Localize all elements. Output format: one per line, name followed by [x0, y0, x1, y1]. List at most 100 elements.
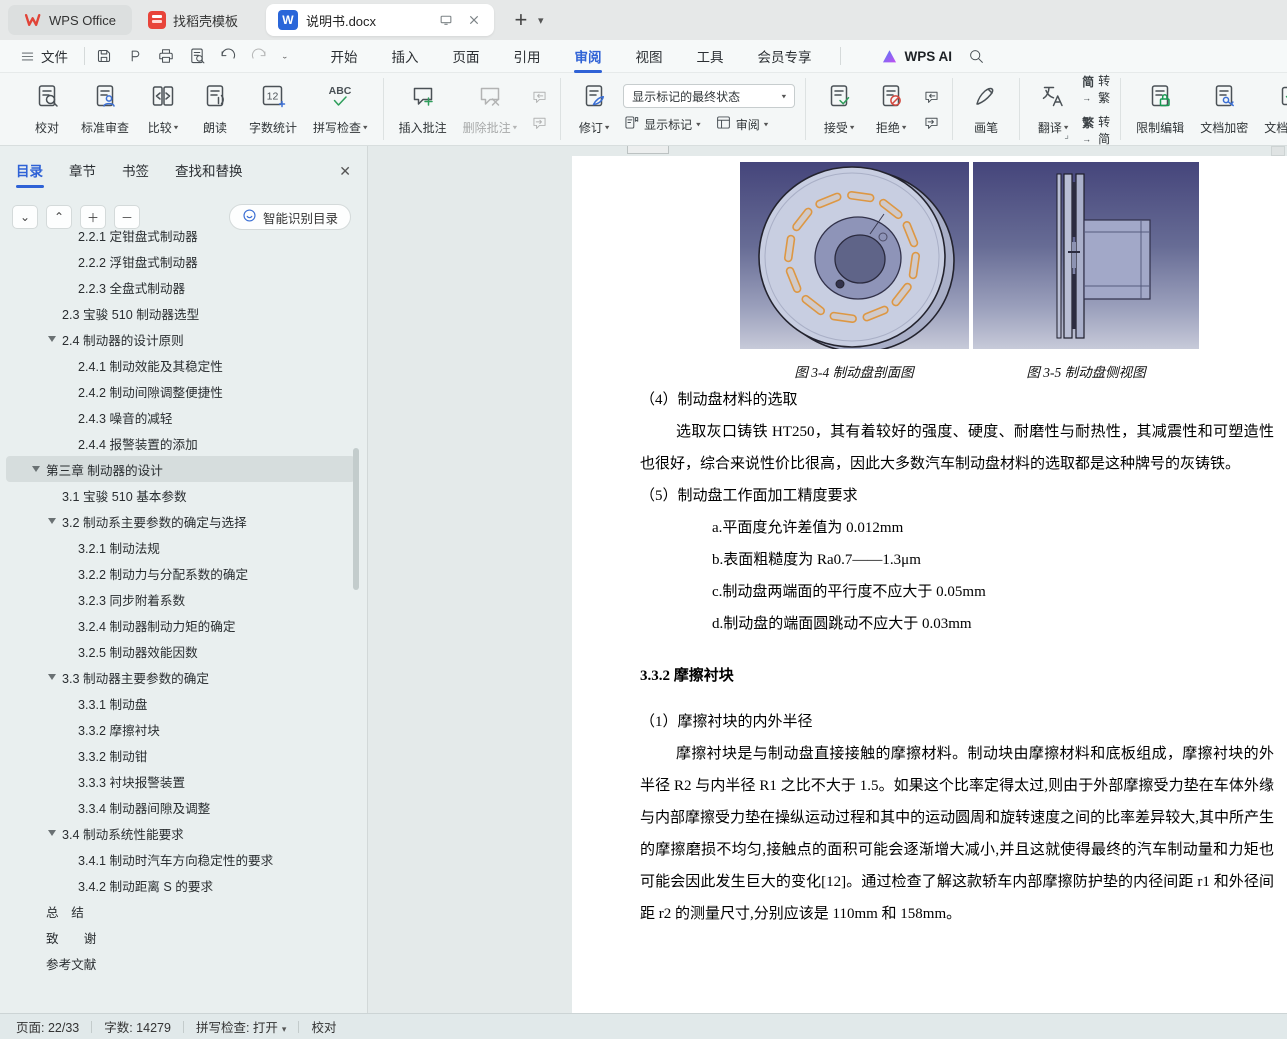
menu-item-member[interactable]: 会员专享: [758, 40, 812, 73]
toc-item[interactable]: 3.2.2 制动力与分配系数的确定: [6, 560, 355, 586]
show-markup-button[interactable]: 显示标记 ▾: [623, 114, 701, 134]
separate-window-icon[interactable]: [436, 10, 456, 30]
document-tab-active[interactable]: W 说明书.docx: [265, 4, 494, 36]
toc-item[interactable]: 3.3.2 摩擦衬块: [6, 716, 355, 742]
word-count-button[interactable]: 12 字数统计: [244, 79, 302, 140]
close-sidebar-icon[interactable]: ✕: [339, 163, 351, 186]
file-menu-button[interactable]: 文件: [14, 46, 74, 66]
next-comment-icon[interactable]: [528, 113, 550, 131]
spell-check-button[interactable]: ABC 拼写检查 ▾: [308, 79, 373, 140]
ink-pen-button[interactable]: 画笔: [963, 79, 1009, 140]
document-page[interactable]: 图 3-4 制动盘剖面图 图 3-5 制动盘侧视图 （4）制动盘材料的选取 选取…: [572, 156, 1287, 1013]
undo-icon[interactable]: [219, 47, 237, 65]
proofread-button[interactable]: 校对: [24, 79, 70, 140]
sidebar-tab-chapters[interactable]: 章节: [69, 160, 96, 188]
wps-ai-button[interactable]: WPS AI: [881, 48, 952, 65]
toc-item[interactable]: 总 结: [6, 898, 355, 924]
document-scrollbar[interactable]: [1271, 146, 1285, 156]
menu-item-reference[interactable]: 引用: [514, 40, 541, 73]
toc-item[interactable]: 2.2.2 浮钳盘式制动器: [6, 248, 355, 274]
toc-item[interactable]: 2.4 制动器的设计原则: [6, 326, 355, 352]
to-traditional-button[interactable]: 简→ 转繁: [1082, 72, 1110, 106]
sidebar-tab-contents[interactable]: 目录: [16, 160, 44, 188]
brake-disc-side-figure[interactable]: [973, 162, 1199, 349]
toc-item[interactable]: 3.4 制动系统性能要求: [6, 820, 355, 846]
sidebar-tab-bookmarks[interactable]: 书签: [122, 160, 149, 188]
toc-item[interactable]: 3.2 制动系主要参数的确定与选择: [6, 508, 355, 534]
toc-item[interactable]: 2.3 宝骏 510 制动器选型: [6, 300, 355, 326]
spell-check-indicator[interactable]: 拼写检查: 打开 ▾: [196, 1017, 286, 1036]
toc-item[interactable]: 致 谢: [6, 924, 355, 950]
toc-item[interactable]: 3.4.1 制动时汽车方向稳定性的要求: [6, 846, 355, 872]
toc-item[interactable]: 2.2.3 全盘式制动器: [6, 274, 355, 300]
collapse-triangle-icon[interactable]: [48, 674, 56, 680]
delete-comment-button[interactable]: 删除批注 ▾: [458, 79, 523, 140]
accept-button[interactable]: 接受 ▾: [816, 79, 862, 140]
print-icon[interactable]: [157, 47, 175, 65]
encrypt-document-button[interactable]: 文档加密: [1195, 79, 1253, 140]
toc-item[interactable]: 参考文献: [6, 950, 355, 976]
tab-list-chevron-icon[interactable]: ▾: [538, 14, 544, 27]
toc-item[interactable]: 3.3.1 制动盘: [6, 690, 355, 716]
next-change-icon[interactable]: [920, 113, 942, 131]
docer-template-tab[interactable]: 找稻壳模板: [132, 5, 254, 35]
toc-item[interactable]: 3.2.3 同步附着系数: [6, 586, 355, 612]
toc-item[interactable]: 3.3 制动器主要参数的确定: [6, 664, 355, 690]
collapse-triangle-icon[interactable]: [48, 518, 56, 524]
menu-item-page[interactable]: 页面: [453, 40, 480, 73]
compare-button[interactable]: 比较 ▾: [140, 79, 186, 140]
redo-icon[interactable]: [250, 47, 268, 65]
menu-item-review[interactable]: 审阅: [575, 40, 602, 73]
proofread-status-button[interactable]: 校对: [311, 1017, 336, 1036]
app-home-tab[interactable]: WPS Office: [8, 5, 132, 35]
document-text[interactable]: （4）制动盘材料的选取 选取灰口铸铁 HT250，其有着较好的强度、硬度、耐磨性…: [640, 384, 1274, 930]
markup-state-dropdown[interactable]: 显示标记的最终状态 ▾: [623, 84, 796, 108]
group-expand-icon[interactable]: ⌟: [1064, 130, 1069, 141]
restrict-editing-button[interactable]: 限制编辑: [1131, 79, 1189, 140]
read-aloud-button[interactable]: 朗读: [192, 79, 238, 140]
sidebar-scrollbar-thumb[interactable]: [353, 448, 359, 590]
menu-item-insert[interactable]: 插入: [392, 40, 419, 73]
menu-item-home[interactable]: 开始: [331, 40, 358, 73]
save-icon[interactable]: [95, 47, 113, 65]
toc-item[interactable]: 2.4.1 制动效能及其稳定性: [6, 352, 355, 378]
toc-item[interactable]: 3.1 宝骏 510 基本参数: [6, 482, 355, 508]
collapse-triangle-icon[interactable]: [48, 336, 56, 342]
toc-item[interactable]: 3.4.2 制动距离 S 的要求: [6, 872, 355, 898]
track-changes-button[interactable]: 修订 ▾: [571, 79, 617, 140]
collapse-triangle-icon[interactable]: [32, 466, 40, 472]
toc-item[interactable]: 2.4.4 报警装置的添加: [6, 430, 355, 456]
sidebar-tab-find-replace[interactable]: 查找和替换: [175, 160, 243, 188]
finalize-document-button[interactable]: 文档定稿▾: [1259, 79, 1287, 140]
quick-access-chevron-icon[interactable]: ⌄: [281, 52, 289, 61]
previous-change-icon[interactable]: [920, 87, 942, 105]
search-button[interactable]: [968, 48, 985, 65]
word-count-indicator[interactable]: 字数: 14279: [104, 1017, 171, 1036]
collapse-triangle-icon[interactable]: [48, 830, 56, 836]
insert-comment-button[interactable]: 插入批注: [394, 79, 452, 140]
menu-item-tools[interactable]: 工具: [697, 40, 724, 73]
toc-item[interactable]: 3.2.5 制动器效能因数: [6, 638, 355, 664]
new-tab-button[interactable]: +: [508, 7, 534, 33]
toc-item[interactable]: 2.2.1 定钳盘式制动器: [6, 222, 355, 248]
brake-disc-section-figure[interactable]: [740, 162, 969, 349]
standard-review-button[interactable]: 标准审查: [76, 79, 134, 140]
toc-item[interactable]: 第三章 制动器的设计: [6, 456, 355, 482]
toc-item[interactable]: 3.3.4 制动器间隙及调整: [6, 794, 355, 820]
print-preview-icon[interactable]: [188, 47, 206, 65]
review-pane-button[interactable]: 审阅 ▾: [715, 114, 768, 134]
toc-item[interactable]: 3.2.4 制动器制动力矩的确定: [6, 612, 355, 638]
toc-item[interactable]: 3.3.2 制动钳: [6, 742, 355, 768]
ruler-toggle[interactable]: [627, 146, 669, 154]
toc-item[interactable]: 3.3.3 衬块报警装置: [6, 768, 355, 794]
page-indicator[interactable]: 页面: 22/33: [16, 1017, 79, 1036]
export-pdf-icon[interactable]: [126, 47, 144, 65]
toc-item[interactable]: 3.2.1 制动法规: [6, 534, 355, 560]
menu-item-view[interactable]: 视图: [636, 40, 663, 73]
to-simplified-button[interactable]: 繁→ 转简: [1082, 113, 1110, 147]
toc-item[interactable]: 2.4.3 噪音的减轻: [6, 404, 355, 430]
previous-comment-icon[interactable]: [528, 87, 550, 105]
close-tab-icon[interactable]: [464, 10, 484, 30]
reject-button[interactable]: 拒绝 ▾: [868, 79, 914, 140]
translate-button[interactable]: 翻译 ▾: [1030, 79, 1076, 140]
